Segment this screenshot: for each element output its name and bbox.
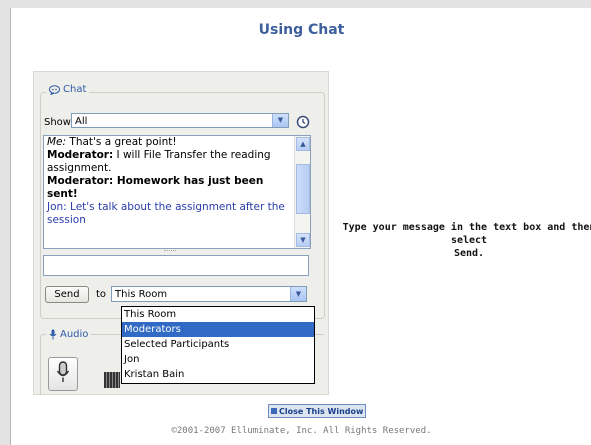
chat-bubble-icon: [49, 84, 60, 95]
audio-level-meter: [104, 372, 120, 388]
audio-legend-label: Audio: [60, 329, 89, 340]
dropdown-option[interactable]: This Room: [122, 307, 314, 322]
show-filter-select[interactable]: All ▼: [71, 113, 289, 128]
transcript-line: Jon: Let's talk about the assignment aft…: [47, 201, 285, 226]
splitter-handle[interactable]: [164, 250, 176, 252]
recipient-value: This Room: [115, 289, 168, 300]
transcript-line: Me: That's a great point!: [47, 136, 177, 148]
message-input[interactable]: [43, 255, 309, 276]
chevron-down-icon[interactable]: ▼: [272, 114, 288, 127]
microphone-icon: [56, 361, 70, 387]
close-window-button[interactable]: Close This Window: [268, 404, 367, 418]
transcript-scrollbar[interactable]: ▲ ▼: [294, 136, 310, 248]
recipient-dropdown-list[interactable]: This Room Moderators Selected Participan…: [121, 306, 315, 384]
dropdown-option[interactable]: Jon: [122, 352, 314, 367]
transcript-text: Me: That's a great point! Moderator: I w…: [47, 136, 289, 227]
recipient-select[interactable]: This Room ▼: [111, 286, 307, 302]
show-filter-value: All: [75, 116, 88, 127]
instruction-line: Type your message in the text box and th…: [342, 222, 591, 246]
copyright: ©2001-2007 Elluminate, Inc. All Rights R…: [171, 426, 432, 436]
talk-button[interactable]: [48, 357, 78, 391]
dropdown-option[interactable]: Kristan Bain: [122, 367, 314, 382]
chat-legend: Chat: [46, 84, 90, 95]
to-label: to: [96, 289, 107, 300]
instruction-line: Send.: [453, 248, 485, 259]
chat-legend-label: Chat: [63, 84, 87, 95]
audio-legend: Audio: [46, 329, 92, 340]
microphone-icon: [49, 329, 57, 340]
chevron-down-icon[interactable]: ▼: [290, 287, 306, 301]
page-title: Using Chat: [258, 22, 345, 38]
chat-transcript[interactable]: Me: That's a great point! Moderator: I w…: [43, 135, 311, 249]
clock-icon[interactable]: [296, 114, 310, 129]
transcript-line: Moderator: I will File Transfer the read…: [47, 149, 271, 174]
instruction-text: Type your message in the text box and th…: [329, 221, 591, 260]
scroll-up-icon[interactable]: ▲: [296, 137, 310, 151]
scroll-down-icon[interactable]: ▼: [296, 233, 310, 247]
dropdown-option[interactable]: Selected Participants: [122, 337, 314, 352]
send-button[interactable]: Send: [45, 286, 89, 303]
scroll-thumb[interactable]: [296, 164, 310, 214]
close-window-label: Close This Window: [279, 406, 364, 416]
window-icon: [271, 408, 277, 414]
help-page: Using Chat Chat Show All ▼ Me: That's a …: [10, 8, 591, 445]
show-label: Show: [44, 117, 71, 128]
transcript-line: Moderator: Homework has just been sent!: [47, 175, 264, 200]
dropdown-option-selected[interactable]: Moderators: [122, 322, 314, 337]
